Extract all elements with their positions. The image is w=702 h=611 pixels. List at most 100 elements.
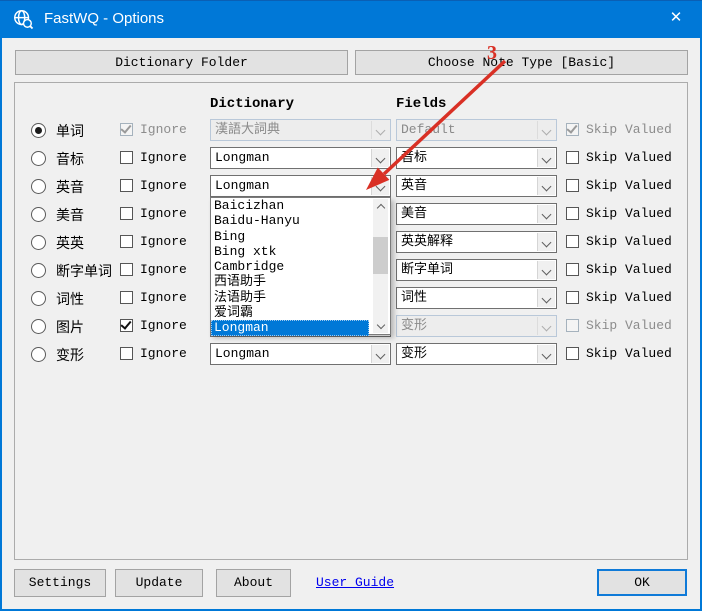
skip-valued-checkbox-4[interactable]: [566, 235, 579, 248]
skip-valued-checkbox-7[interactable]: [566, 319, 579, 332]
combo-drop-button[interactable]: [537, 177, 555, 195]
dictionary-folder-button[interactable]: Dictionary Folder: [15, 50, 348, 75]
title-bar[interactable]: FastWQ - Options ✕: [0, 0, 702, 38]
ok-button[interactable]: OK: [597, 569, 687, 596]
combo-drop-button[interactable]: [371, 345, 389, 363]
combo-drop-button[interactable]: [537, 317, 555, 335]
skip-valued-checkbox-3[interactable]: [566, 207, 579, 220]
dictionary-combo-8[interactable]: Longman: [210, 343, 391, 365]
combo-drop-button[interactable]: [371, 121, 389, 139]
dictionary-combo-2[interactable]: Longman: [210, 175, 391, 197]
field-combo-3[interactable]: 美音: [396, 203, 557, 225]
choose-note-type-button[interactable]: Choose Note Type [Basic]: [355, 50, 688, 75]
chevron-down-icon: [542, 182, 552, 192]
combo-drop-button[interactable]: [371, 177, 389, 195]
field-combo-5[interactable]: 断字单词: [396, 259, 557, 281]
skip-valued-label: Skip Valued: [586, 318, 672, 333]
skip-valued-checkbox-2[interactable]: [566, 179, 579, 192]
row-name-label: 词性: [56, 289, 84, 309]
ignore-checkbox-3[interactable]: [120, 207, 133, 220]
dropdown-item-8[interactable]: Longman: [211, 320, 369, 335]
close-icon[interactable]: ✕: [654, 0, 698, 38]
scroll-up-button[interactable]: [373, 199, 388, 213]
chevron-down-icon: [376, 182, 386, 192]
ignore-checkbox-8[interactable]: [120, 347, 133, 360]
combo-drop-button[interactable]: [537, 261, 555, 279]
dropdown-item-2[interactable]: Bing: [211, 229, 369, 244]
row-radio-6[interactable]: [31, 291, 46, 306]
skip-valued-label: Skip Valued: [586, 290, 672, 305]
dropdown-item-3[interactable]: Bing xtk: [211, 244, 369, 259]
settings-button[interactable]: Settings: [14, 569, 106, 597]
ignore-checkbox-4[interactable]: [120, 235, 133, 248]
skip-valued-label: Skip Valued: [586, 150, 672, 165]
fastwq-options-window: FastWQ - Options ✕ Dictionary Folder Cho…: [0, 0, 702, 611]
field-combo-1-value: 音标: [401, 148, 536, 168]
ignore-checkbox-0[interactable]: [120, 123, 133, 136]
ignore-checkbox-6[interactable]: [120, 291, 133, 304]
window-title: FastWQ - Options: [44, 0, 164, 38]
dropdown-item-0[interactable]: Baicizhan: [211, 198, 369, 213]
skip-valued-checkbox-6[interactable]: [566, 291, 579, 304]
ignore-checkbox-2[interactable]: [120, 179, 133, 192]
combo-drop-button[interactable]: [537, 345, 555, 363]
dropdown-item-1[interactable]: Baidu-Hanyu: [211, 213, 369, 228]
field-combo-0-value: Default: [401, 120, 536, 140]
ignore-checkbox-1[interactable]: [120, 151, 133, 164]
dropdown-item-5[interactable]: 西语助手: [211, 274, 369, 289]
field-combo-1[interactable]: 音标: [396, 147, 557, 169]
skip-valued-label: Skip Valued: [586, 234, 672, 249]
ignore-label: Ignore: [140, 206, 187, 221]
row-radio-2[interactable]: [31, 179, 46, 194]
skip-valued-label: Skip Valued: [586, 346, 672, 361]
field-combo-2[interactable]: 英音: [396, 175, 557, 197]
dictionary-combo-1[interactable]: Longman: [210, 147, 391, 169]
skip-valued-label: Skip Valued: [586, 122, 672, 137]
row-name-label: 单词: [56, 121, 84, 141]
row-radio-0[interactable]: [31, 123, 46, 138]
about-button[interactable]: About: [216, 569, 291, 597]
ignore-checkbox-7[interactable]: [120, 319, 133, 332]
row-radio-3[interactable]: [31, 207, 46, 222]
dictionary-combo-0[interactable]: 漢語大詞典: [210, 119, 391, 141]
row-radio-8[interactable]: [31, 347, 46, 362]
chevron-down-icon: [376, 126, 386, 136]
row-radio-4[interactable]: [31, 235, 46, 250]
chevron-down-icon: [542, 266, 552, 276]
skip-valued-checkbox-8[interactable]: [566, 347, 579, 360]
field-combo-5-value: 断字单词: [401, 260, 536, 280]
scrollbar-thumb[interactable]: [373, 237, 388, 274]
field-combo-7[interactable]: 变形: [396, 315, 557, 337]
field-combo-8[interactable]: 变形: [396, 343, 557, 365]
field-combo-0[interactable]: Default: [396, 119, 557, 141]
combo-drop-button[interactable]: [537, 233, 555, 251]
chevron-down-icon: [542, 210, 552, 220]
chevron-down-icon: [376, 350, 386, 360]
dropdown-item-7[interactable]: 爱词霸: [211, 305, 369, 320]
combo-drop-button[interactable]: [537, 121, 555, 139]
combo-drop-button[interactable]: [537, 149, 555, 167]
skip-valued-checkbox-5[interactable]: [566, 263, 579, 276]
skip-valued-checkbox-1[interactable]: [566, 151, 579, 164]
ignore-checkbox-5[interactable]: [120, 263, 133, 276]
dropdown-scrollbar[interactable]: [373, 199, 388, 333]
dropdown-item-4[interactable]: Cambridge: [211, 259, 369, 274]
user-guide-link[interactable]: User Guide: [316, 575, 394, 590]
field-combo-4[interactable]: 英英解释: [396, 231, 557, 253]
row-radio-1[interactable]: [31, 151, 46, 166]
row-name-label: 音标: [56, 149, 84, 169]
scroll-down-button[interactable]: [373, 319, 388, 333]
combo-drop-button[interactable]: [371, 149, 389, 167]
chevron-up-icon: [376, 204, 384, 212]
skip-valued-checkbox-0[interactable]: [566, 123, 579, 136]
dropdown-item-6[interactable]: 法语助手: [211, 290, 369, 305]
row-radio-7[interactable]: [31, 319, 46, 334]
field-combo-2-value: 英音: [401, 176, 536, 196]
row-radio-5[interactable]: [31, 263, 46, 278]
skip-valued-label: Skip Valued: [586, 262, 672, 277]
field-combo-6[interactable]: 词性: [396, 287, 557, 309]
combo-drop-button[interactable]: [537, 205, 555, 223]
combo-drop-button[interactable]: [537, 289, 555, 307]
ignore-label: Ignore: [140, 122, 187, 137]
update-button[interactable]: Update: [115, 569, 203, 597]
